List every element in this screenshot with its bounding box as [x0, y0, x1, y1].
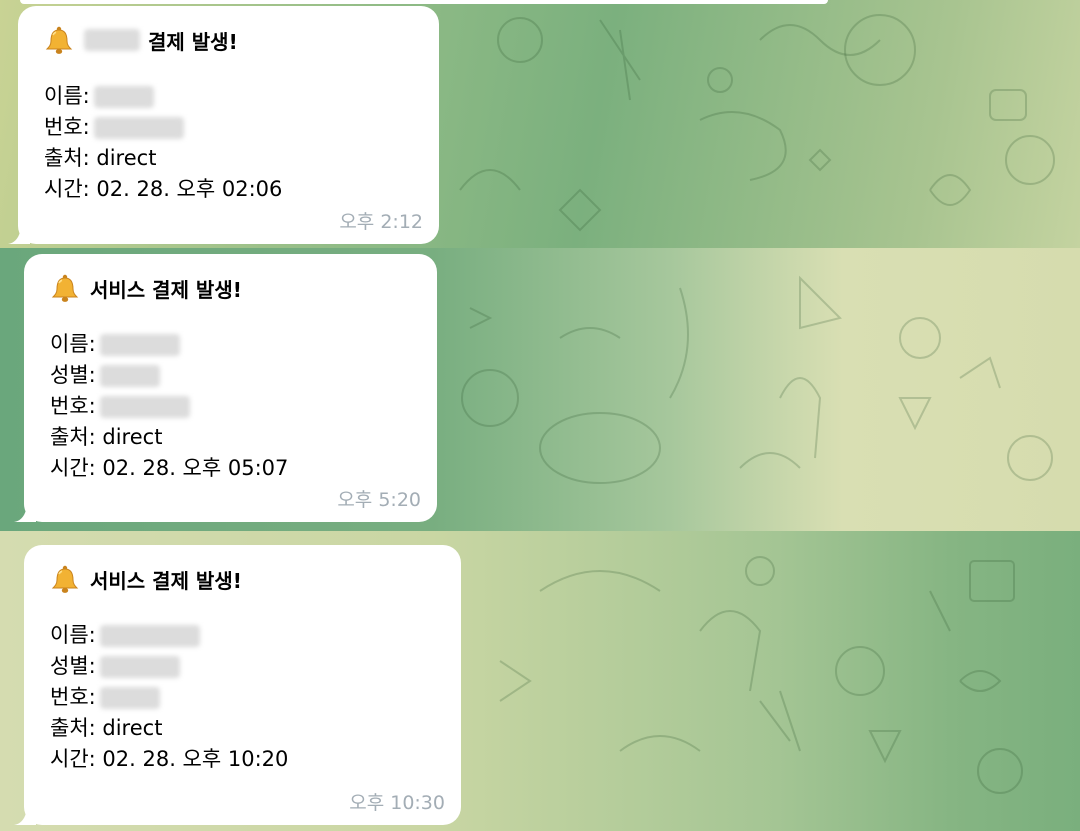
- message-bubble[interactable]: 서비스 결제 발생! 이름: 성별: 번호: 출처: direct 시간: 02. 28.…: [14, 545, 461, 825]
- redacted-value: [99, 625, 200, 647]
- field-label: 출처:: [44, 146, 90, 170]
- message-time: 오후 5:20: [337, 489, 421, 511]
- message-time: 오후 2:12: [339, 211, 423, 233]
- message-title: 서비스 결제 발생!: [50, 271, 419, 305]
- message-bubble[interactable]: 결제 발생! 이름: 번호: 출처: direct 시간: 02. 28. 오후 02:…: [8, 6, 439, 244]
- redacted-value: [99, 656, 180, 678]
- field-label: 시간:: [50, 747, 96, 771]
- field-label: 시간:: [44, 177, 90, 201]
- redacted-text: [84, 29, 140, 51]
- message-title-text: 서비스 결제 발생!: [90, 568, 242, 593]
- redacted-value: [93, 86, 154, 108]
- bubble-tail: [8, 228, 30, 244]
- message-title-text: 결제 발생!: [148, 29, 238, 54]
- message-field: 시간: 02. 28. 오후 10:20: [50, 744, 443, 775]
- bubble-tail: [14, 506, 36, 522]
- field-value: direct: [95, 425, 163, 449]
- redacted-value: [99, 334, 180, 356]
- field-value: direct: [89, 146, 157, 170]
- message-field: 성별:: [50, 651, 443, 682]
- field-value: 02. 28. 오후 05:07: [95, 456, 289, 480]
- message-field: 출처: direct: [44, 143, 421, 174]
- message-title: 결제 발생!: [44, 23, 421, 57]
- message-title-text: 서비스 결제 발생!: [90, 277, 242, 302]
- message-field: 시간: 02. 28. 오후 05:07: [50, 453, 419, 484]
- field-label: 이름:: [50, 332, 96, 356]
- message-field: 이름:: [50, 329, 419, 360]
- field-value: 02. 28. 오후 10:20: [95, 747, 289, 771]
- message-field: 출처: direct: [50, 713, 443, 744]
- message-time: 오후 10:30: [349, 792, 445, 814]
- field-value: direct: [95, 716, 163, 740]
- field-label: 번호:: [50, 685, 96, 709]
- message-field: 번호:: [50, 391, 419, 422]
- bell-icon: [51, 565, 79, 593]
- bell-icon: [51, 274, 79, 302]
- field-label: 성별:: [50, 654, 96, 678]
- redacted-value: [99, 365, 160, 387]
- message-field: 출처: direct: [50, 422, 419, 453]
- field-label: 번호:: [50, 394, 96, 418]
- redacted-value: [93, 117, 184, 139]
- message-title: 서비스 결제 발생!: [50, 562, 443, 596]
- message-field: 시간: 02. 28. 오후 02:06: [44, 174, 421, 205]
- bubble-tail: [14, 809, 36, 825]
- field-label: 출처:: [50, 425, 96, 449]
- field-label: 이름:: [50, 623, 96, 647]
- field-label: 출처:: [50, 716, 96, 740]
- field-label: 번호:: [44, 115, 90, 139]
- message-field: 이름:: [44, 81, 421, 112]
- message-field: 성별:: [50, 360, 419, 391]
- field-value: 02. 28. 오후 02:06: [89, 177, 283, 201]
- redacted-value: [99, 396, 190, 418]
- message-field: 이름:: [50, 620, 443, 651]
- bell-icon: [45, 26, 73, 54]
- field-label: 이름:: [44, 84, 90, 108]
- field-label: 성별:: [50, 363, 96, 387]
- message-bubble[interactable]: 서비스 결제 발생! 이름: 성별: 번호: 출처: direct 시간: 02. 28.…: [14, 254, 437, 522]
- message-field: 번호:: [44, 112, 421, 143]
- previous-message-bubble-edge: [20, 0, 828, 4]
- redacted-value: [99, 687, 160, 709]
- field-label: 시간:: [50, 456, 96, 480]
- message-field: 번호:: [50, 682, 443, 713]
